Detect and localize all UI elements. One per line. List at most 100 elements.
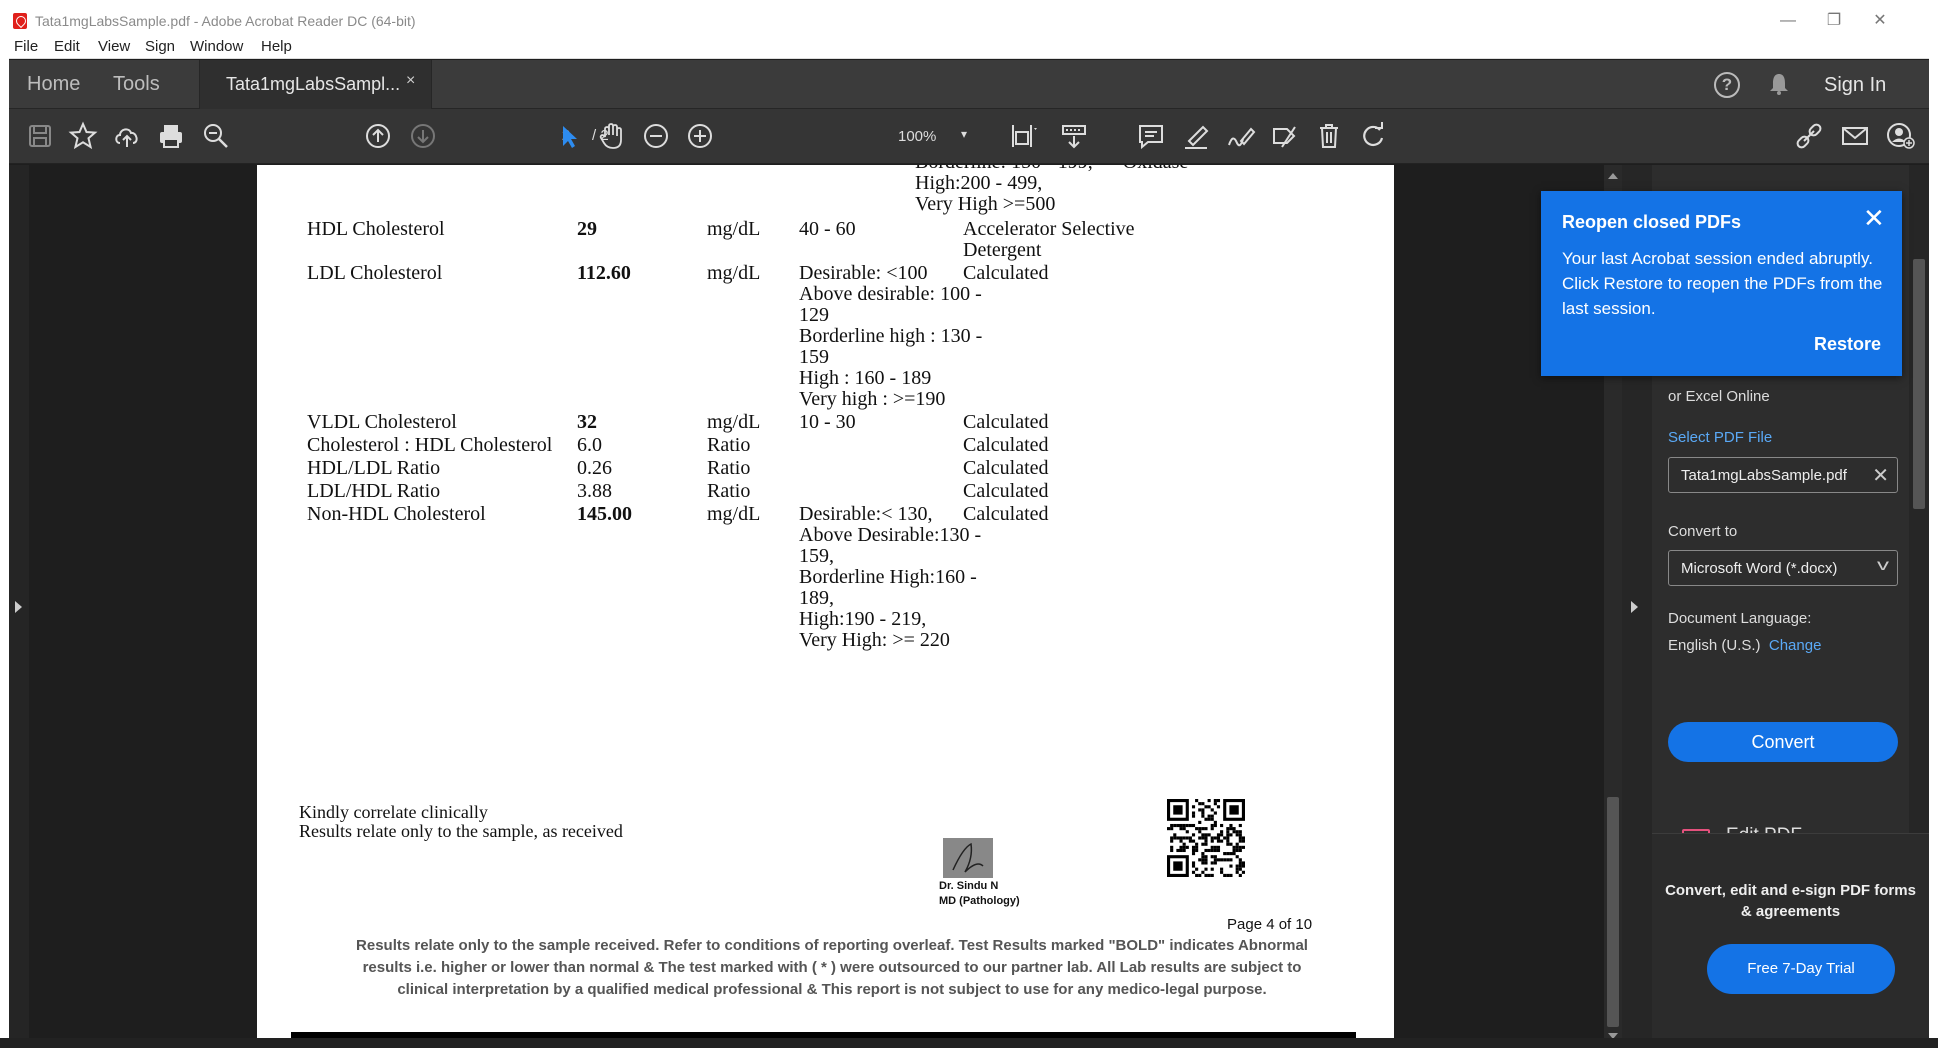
menu-help[interactable]: Help bbox=[261, 38, 292, 55]
test-name-cell: HDL Cholesterol bbox=[307, 218, 445, 240]
document-viewer[interactable]: Borderline: 150 - 199, Oxidase High:200 … bbox=[29, 165, 1604, 1048]
bell-icon[interactable] bbox=[1769, 73, 1789, 95]
expand-left-icon bbox=[15, 601, 22, 613]
panel-scrollbar[interactable] bbox=[1909, 165, 1929, 833]
menu-bar: File Edit View Sign Window Help bbox=[9, 33, 1929, 59]
page-down-icon[interactable] bbox=[406, 119, 440, 153]
promo-text: Convert, edit and e-sign PDF forms & agr… bbox=[1665, 882, 1916, 920]
test-value-cell: 29 bbox=[577, 218, 597, 240]
menu-sign[interactable]: Sign bbox=[145, 38, 175, 55]
test-name-cell: Non-HDL Cholesterol bbox=[307, 503, 486, 525]
fit-page-icon[interactable] bbox=[1005, 119, 1039, 153]
toolbar: 2 / 2 100% ▾ bbox=[9, 109, 1929, 164]
tab-tools[interactable]: Tools bbox=[113, 73, 160, 96]
minimize-button[interactable]: — bbox=[1765, 9, 1811, 33]
test-value-cell: 112.60 bbox=[577, 262, 631, 284]
chevron-down-icon: ▾ bbox=[961, 127, 968, 141]
footer-disclaimer-line: Results relate only to the sample receiv… bbox=[356, 937, 1308, 954]
qr-code bbox=[1167, 799, 1245, 877]
reference-range-cell: Very High: >= 220 bbox=[799, 629, 950, 651]
note-results: Results relate only to the sample, as re… bbox=[299, 821, 623, 841]
doctor-name: Dr. Sindu N bbox=[939, 880, 999, 892]
close-tab-icon[interactable]: × bbox=[406, 72, 415, 90]
zoom-in-icon[interactable] bbox=[683, 119, 717, 153]
zoom-out-icon[interactable] bbox=[639, 119, 673, 153]
comment-icon[interactable] bbox=[1134, 119, 1168, 153]
print-icon[interactable] bbox=[154, 119, 188, 153]
partial-ref-line: Very High >=500 bbox=[915, 193, 1056, 215]
taskbar-strip bbox=[0, 1038, 1938, 1048]
doctor-signature bbox=[943, 838, 993, 878]
sign-in-button[interactable]: Sign In bbox=[1824, 74, 1886, 97]
share-link-icon[interactable] bbox=[1792, 119, 1826, 153]
footer-disclaimer-line: clinical interpretation by a qualified m… bbox=[397, 981, 1267, 998]
change-language-link[interactable]: Change bbox=[1769, 637, 1822, 654]
popup-title: Reopen closed PDFs bbox=[1562, 212, 1742, 232]
reopen-pdfs-popup: Reopen closed PDFs ✕ Your last Acrobat s… bbox=[1541, 191, 1902, 376]
zoom-select[interactable]: 100% ▾ bbox=[883, 125, 983, 149]
delete-icon[interactable] bbox=[1312, 119, 1346, 153]
save-icon[interactable] bbox=[23, 119, 57, 153]
menu-view[interactable]: View bbox=[98, 38, 130, 55]
note-correlate: Kindly correlate clinically bbox=[299, 802, 488, 822]
close-window-button[interactable]: ✕ bbox=[1857, 9, 1903, 33]
acrobat-window: Tata1mgLabsSample.pdf - Adobe Acrobat Re… bbox=[9, 9, 1929, 1048]
language-value: English (U.S.) bbox=[1668, 637, 1761, 654]
zoom-search-icon[interactable] bbox=[199, 119, 233, 153]
maximize-button[interactable]: ❐ bbox=[1811, 9, 1857, 33]
clear-file-icon[interactable]: ✕ bbox=[1872, 463, 1889, 488]
highlight-icon[interactable] bbox=[1179, 119, 1213, 153]
restore-button[interactable]: Restore bbox=[1814, 334, 1881, 355]
scroll-up-icon[interactable] bbox=[1608, 173, 1618, 179]
footer-disclaimer-line: results i.e. higher or lower than normal… bbox=[362, 959, 1302, 976]
reference-range-cell: 10 - 30 bbox=[799, 411, 856, 433]
menu-edit[interactable]: Edit bbox=[54, 38, 80, 55]
menu-window[interactable]: Window bbox=[190, 38, 243, 55]
test-name-cell: LDL Cholesterol bbox=[307, 262, 443, 284]
tab-document[interactable]: Tata1mgLabsSampl... × bbox=[199, 60, 432, 109]
page-label: Page 4 of 10 bbox=[1227, 916, 1313, 933]
select-pdf-link[interactable]: Select PDF File bbox=[1668, 429, 1772, 446]
close-popup-icon[interactable]: ✕ bbox=[1863, 205, 1885, 231]
popup-message: Your last Acrobat session ended abruptly… bbox=[1562, 249, 1883, 318]
window-title: Tata1mgLabsSample.pdf - Adobe Acrobat Re… bbox=[35, 13, 416, 29]
convert-format-value: Microsoft Word (*.docx) bbox=[1681, 560, 1838, 577]
method-cell: Calculated bbox=[963, 262, 1049, 284]
reference-range-cell: 40 - 60 bbox=[799, 218, 856, 240]
convert-format-select[interactable]: Microsoft Word (*.docx) v bbox=[1668, 550, 1898, 586]
tab-home[interactable]: Home bbox=[27, 73, 80, 96]
tab-bar: Home Tools Tata1mgLabsSampl... × ? Sign … bbox=[9, 60, 1929, 109]
sign-icon[interactable] bbox=[1223, 119, 1257, 153]
promo-box: Convert, edit and e-sign PDF forms & agr… bbox=[1652, 833, 1929, 1048]
page-up-icon[interactable] bbox=[361, 119, 395, 153]
scrollbar-thumb[interactable] bbox=[1607, 797, 1619, 1027]
selected-file-field[interactable]: Tata1mgLabsSample.pdf ✕ bbox=[1668, 457, 1898, 493]
fill-sign-icon[interactable] bbox=[1267, 119, 1301, 153]
zoom-value: 100% bbox=[898, 128, 937, 145]
language-row: English (U.S.) Change bbox=[1668, 637, 1821, 654]
test-unit-cell: mg/dL bbox=[707, 262, 761, 284]
hand-icon[interactable] bbox=[594, 119, 628, 153]
upload-cloud-icon[interactable] bbox=[110, 119, 144, 153]
doctor-title: MD (Pathology) bbox=[939, 895, 1020, 907]
panel-scrollbar-thumb[interactable] bbox=[1913, 259, 1925, 509]
user-add-icon[interactable] bbox=[1883, 119, 1917, 153]
chevron-down-icon: v bbox=[1877, 557, 1889, 574]
rotate-icon[interactable] bbox=[1356, 119, 1390, 153]
select-cursor-icon[interactable] bbox=[551, 119, 585, 153]
left-panel-toggle[interactable] bbox=[9, 165, 29, 1048]
test-value-cell: 145.00 bbox=[577, 503, 632, 525]
menu-file[interactable]: File bbox=[14, 38, 38, 55]
method-cell: Calculated bbox=[963, 503, 1049, 525]
mail-icon[interactable] bbox=[1838, 119, 1872, 153]
star-icon[interactable] bbox=[66, 119, 100, 153]
test-unit-cell: mg/dL bbox=[707, 503, 761, 525]
test-unit-cell: mg/dL bbox=[707, 218, 761, 240]
title-bar: Tata1mgLabsSample.pdf - Adobe Acrobat Re… bbox=[9, 9, 1929, 33]
free-trial-button[interactable]: Free 7-Day Trial bbox=[1707, 944, 1895, 994]
convert-button[interactable]: Convert bbox=[1668, 722, 1898, 762]
help-icon[interactable]: ? bbox=[1714, 72, 1740, 98]
selected-file-name: Tata1mgLabsSample.pdf bbox=[1681, 467, 1847, 484]
scroll-mode-icon[interactable] bbox=[1057, 119, 1091, 153]
pdf-page: Borderline: 150 - 199, Oxidase High:200 … bbox=[257, 165, 1394, 1048]
